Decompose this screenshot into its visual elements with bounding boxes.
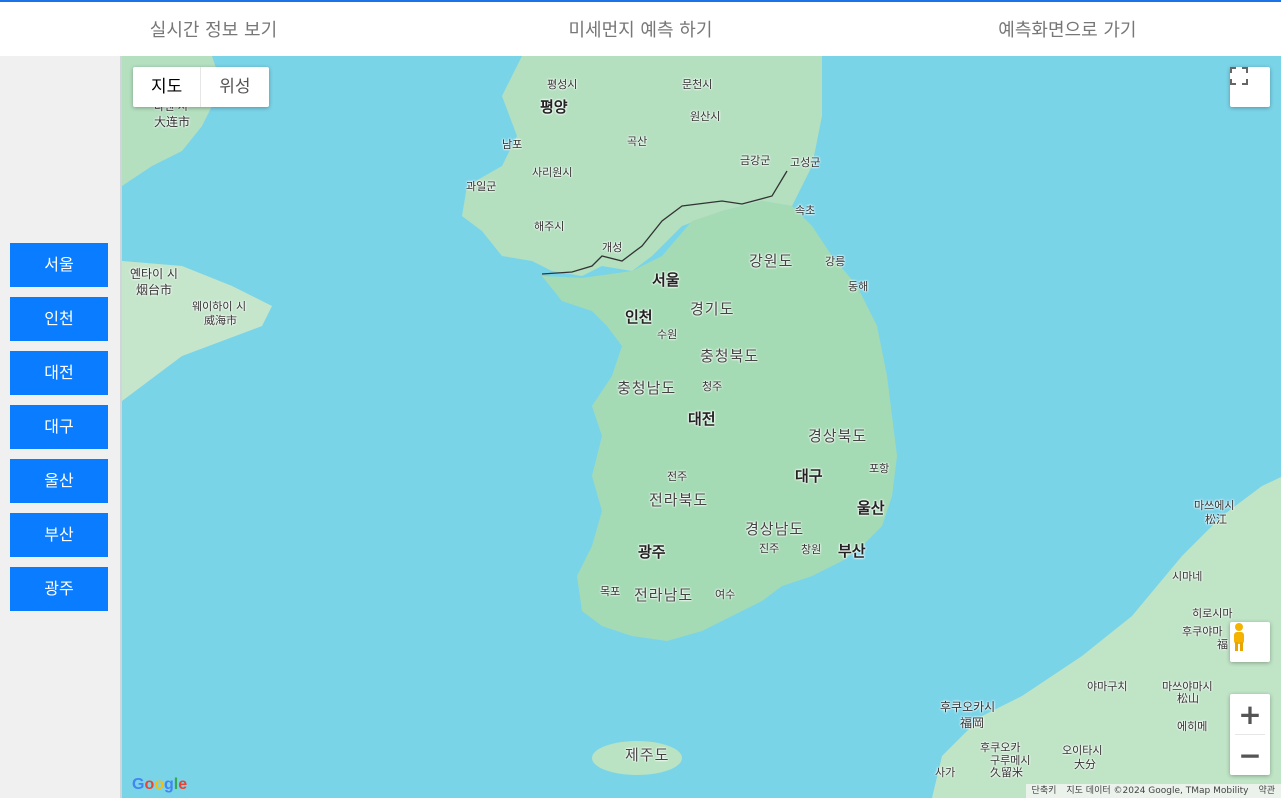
terms-link[interactable]: 약관 (1258, 784, 1275, 798)
label-jinju: 진주 (759, 542, 780, 555)
label-suwon: 수원 (657, 328, 678, 341)
label-seoul: 서울 (652, 271, 680, 289)
label-gyeongbuk: 경상북도 (808, 427, 868, 445)
city-button-gwangju[interactable]: 광주 (10, 567, 108, 611)
zoom-control: + − (1230, 694, 1270, 775)
pegman-icon (1234, 623, 1244, 651)
label-hiroshima: 히로시마 (1192, 607, 1233, 620)
label-kurume-jp: 久留米 (990, 766, 1023, 779)
label-pyongyang: 평양 (540, 98, 568, 116)
label-daejeon: 대전 (688, 410, 716, 428)
tab-go-forecast-screen[interactable]: 예측화면으로 가기 (854, 2, 1281, 56)
label-daegu: 대구 (795, 467, 823, 485)
city-button-incheon[interactable]: 인천 (10, 297, 108, 341)
label-kaesong: 개성 (602, 241, 623, 254)
map-type-map-button[interactable]: 지도 (133, 67, 202, 107)
label-jeonbuk: 전라북도 (649, 491, 709, 509)
label-pohang: 포항 (869, 462, 890, 475)
label-gwail: 과일군 (466, 180, 497, 193)
label-fukuoka: 후쿠오카시 (940, 700, 996, 714)
city-button-ulsan[interactable]: 울산 (10, 459, 108, 503)
label-wonsan: 원산시 (690, 110, 721, 123)
fullscreen-icon (1230, 67, 1248, 85)
city-button-seoul[interactable]: 서울 (10, 243, 108, 287)
label-busan: 부산 (838, 542, 866, 560)
label-geumgang: 금강군 (740, 154, 771, 167)
label-gangneung: 강릉 (825, 255, 846, 268)
city-sidebar: 서울 인천 대전 대구 울산 부산 광주 (0, 56, 120, 798)
label-yantai-cn: 烟台市 (136, 283, 173, 297)
map-attribution: 단축키 지도 데이터 ©2024 Google, TMap Mobility 약… (1025, 784, 1281, 798)
label-gwangju: 광주 (638, 543, 666, 561)
city-button-busan[interactable]: 부산 (10, 513, 108, 557)
label-fukuoka-jp: 福岡 (960, 716, 985, 730)
label-goksan: 곡산 (627, 135, 648, 148)
google-logo: Google (132, 776, 188, 793)
label-donghae: 동해 (848, 280, 869, 293)
map-data-credit: 지도 데이터 ©2024 Google, TMap Mobility (1066, 786, 1249, 796)
tab-dust-forecast[interactable]: 미세먼지 예측 하기 (427, 2, 854, 56)
label-jeju: 제주도 (625, 746, 670, 764)
label-incheon: 인천 (625, 308, 653, 326)
city-button-daegu[interactable]: 대구 (10, 405, 108, 449)
label-muncheon: 문천시 (682, 78, 713, 91)
label-sariwon: 사리원시 (532, 166, 573, 179)
zoom-out-button[interactable]: − (1230, 735, 1270, 775)
label-jeonnam: 전라남도 (634, 586, 694, 604)
label-weihai-cn: 威海市 (204, 314, 237, 327)
label-sokcho: 속초 (795, 204, 816, 217)
label-saga: 사가 (935, 766, 956, 779)
label-gangwon: 강원도 (749, 252, 794, 270)
label-gyeongnam: 경상남도 (745, 520, 805, 538)
label-jeonju: 전주 (667, 470, 688, 483)
label-oita-jp: 大分 (1074, 758, 1096, 771)
tab-realtime-info[interactable]: 실시간 정보 보기 (0, 2, 427, 56)
label-dalian-cn: 大连市 (154, 115, 191, 129)
label-yeosu: 여수 (715, 588, 736, 601)
label-matsue-jp: 松江 (1205, 513, 1227, 526)
label-yantai: 옌타이 시 (130, 267, 178, 281)
map-type-control: 지도 위성 (133, 67, 269, 107)
fullscreen-button[interactable] (1230, 67, 1270, 107)
label-chungbuk: 충청북도 (700, 347, 760, 365)
label-matsuyama-jp: 松山 (1177, 692, 1199, 705)
label-ulsan: 울산 (857, 499, 885, 517)
label-nampo: 남포 (502, 138, 523, 151)
city-button-daejeon[interactable]: 대전 (10, 351, 108, 395)
label-shimane: 시마네 (1172, 570, 1203, 583)
label-ehime: 에히메 (1177, 720, 1208, 733)
label-fukuyama-jp: 福 (1217, 638, 1228, 651)
label-yamaguchi: 야마구치 (1087, 680, 1128, 693)
zoom-in-button[interactable]: + (1230, 694, 1270, 734)
label-changwon: 창원 (801, 543, 822, 556)
label-pyeongseong: 평성시 (547, 78, 578, 91)
street-view-pegman[interactable] (1230, 622, 1270, 662)
top-nav: 실시간 정보 보기 미세먼지 예측 하기 예측화면으로 가기 (0, 2, 1281, 56)
label-chungnam: 충청남도 (617, 379, 677, 397)
keyboard-shortcuts-link[interactable]: 단축키 (1032, 784, 1057, 798)
label-gyeonggi: 경기도 (690, 300, 735, 318)
map-view[interactable]: 평성시 평양 문천시 원산시 남포 곡산 사리원시 금강군 고성군 과일군 해주… (120, 56, 1281, 798)
label-cheongju: 청주 (702, 380, 723, 393)
label-haeju: 해주시 (534, 220, 565, 233)
map-type-satellite-button[interactable]: 위성 (201, 67, 268, 107)
label-goseong: 고성군 (790, 156, 821, 169)
label-mokpo: 목포 (600, 585, 621, 598)
